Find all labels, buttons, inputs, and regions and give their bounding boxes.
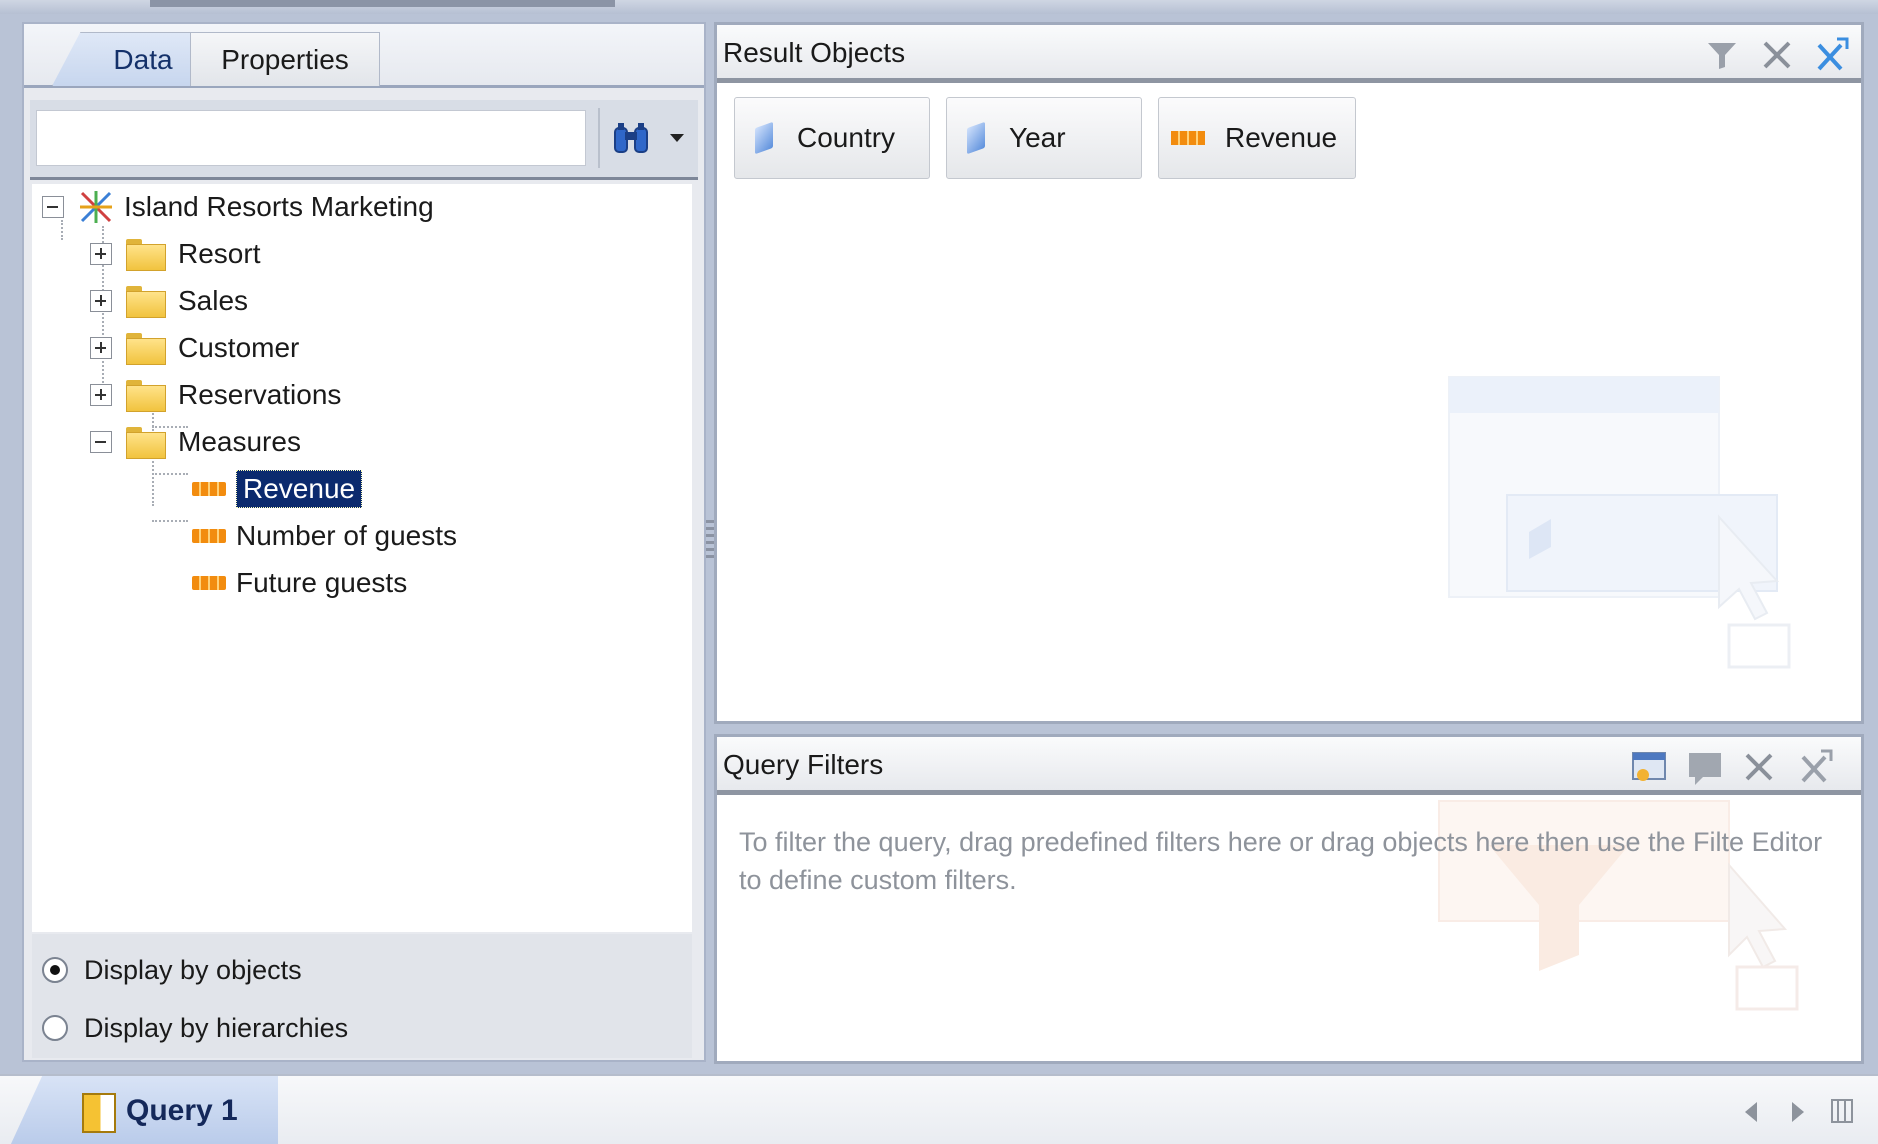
tree-node-folder[interactable]: Reservations (90, 372, 341, 418)
tree-node-folder[interactable]: Resort (90, 231, 260, 277)
tree-node-label: Revenue (236, 470, 363, 508)
radio-button[interactable] (42, 1015, 68, 1041)
collapse-icon[interactable] (90, 431, 112, 453)
data-panel: Data Properties Island Resorts Marketing… (22, 22, 706, 1062)
tree-node-label: Sales (178, 285, 249, 316)
scroll-left-icon[interactable] (1745, 1102, 1757, 1122)
tree-node-measure-revenue[interactable]: Revenue (192, 466, 363, 512)
folder-icon (126, 333, 166, 365)
tree-node-label: Resort (178, 238, 261, 269)
top-strip (0, 0, 1878, 14)
tree-node-measure[interactable]: Future guests (192, 560, 407, 606)
tree-node-universe[interactable]: Island Resorts Marketing (42, 184, 434, 230)
predefined-filter-icon[interactable] (1629, 747, 1669, 787)
query-icon (82, 1093, 116, 1133)
query-tab-label: Query 1 (126, 1094, 238, 1127)
expand-icon[interactable] (90, 290, 112, 312)
splitter-handle[interactable] (706, 520, 714, 560)
binoculars-icon (614, 123, 648, 153)
expand-icon[interactable] (90, 337, 112, 359)
tree-connector (152, 520, 188, 522)
search-row (30, 100, 698, 180)
query-tabs-bar: Query 1 (0, 1074, 1878, 1144)
result-object-country[interactable]: Country (734, 97, 930, 179)
measure-icon (192, 482, 226, 496)
result-object-revenue[interactable]: Revenue (1158, 97, 1356, 179)
tab-query-1[interactable]: Query 1 (10, 1076, 278, 1144)
radio-label: Display by objects (84, 954, 302, 985)
search-input[interactable] (36, 110, 586, 166)
tree-node-folder[interactable]: Customer (90, 325, 299, 371)
close-icon[interactable] (1739, 747, 1779, 787)
result-object-label: Country (797, 122, 896, 153)
tree-node-measures-folder[interactable]: Measures (90, 419, 301, 465)
tree-node-label: Reservations (178, 379, 342, 410)
result-object-year[interactable]: Year (946, 97, 1142, 179)
result-objects-panel[interactable]: Result Objects Country Year Revenue (714, 22, 1864, 724)
clear-all-icon[interactable] (1811, 35, 1851, 75)
drag-objects-watermark-icon (1448, 376, 1791, 669)
tree-connector (152, 473, 188, 475)
tab-data[interactable]: Data (52, 32, 210, 86)
tree-node-label: Customer (178, 332, 300, 363)
radio-label: Display by hierarchies (84, 1012, 349, 1043)
panel-title: Result Objects (723, 37, 906, 68)
result-object-label: Year (1009, 122, 1066, 153)
tab-list-icon[interactable] (1830, 1098, 1854, 1124)
folder-icon (126, 380, 166, 412)
result-objects-header: Result Objects (717, 25, 1861, 83)
radio-button[interactable] (42, 957, 68, 983)
measure-icon (192, 576, 226, 590)
scroll-right-icon[interactable] (1792, 1102, 1804, 1122)
result-object-label: Revenue (1225, 122, 1338, 153)
tab-properties[interactable]: Properties (190, 32, 380, 86)
expand-icon[interactable] (90, 243, 112, 265)
query-filters-panel[interactable]: Query Filters To filter the query, drag … (714, 734, 1864, 1064)
measure-icon (192, 529, 226, 543)
close-icon[interactable] (1757, 35, 1797, 75)
collapse-icon[interactable] (42, 196, 64, 218)
find-button[interactable] (598, 108, 694, 168)
tree-node-label: Measures (178, 426, 301, 457)
open-folder-icon (126, 427, 166, 459)
dimension-icon (755, 121, 773, 155)
top-scroll-grip[interactable] (150, 0, 615, 7)
tree-node-measure[interactable]: Number of guests (192, 513, 457, 559)
filter-hint-text: To filter the query, drag predefined fil… (739, 827, 1823, 895)
tree-node-label: Number of guests (236, 520, 457, 551)
universe-tree: Island Resorts Marketing Resort Sales Cu… (32, 184, 692, 932)
radio-display-by-hierarchies[interactable]: Display by hierarchies (42, 1006, 348, 1050)
folder-icon (126, 239, 166, 271)
folder-icon (126, 286, 166, 318)
query-filters-header: Query Filters (717, 737, 1861, 795)
dimension-icon (967, 121, 985, 155)
panel-tabs: Data Properties (24, 24, 704, 88)
universe-icon (80, 191, 112, 223)
filter-icon[interactable] (1702, 35, 1742, 75)
display-mode-options: Display by objects Display by hierarchie… (32, 934, 692, 1058)
tree-node-folder[interactable]: Sales (90, 278, 248, 324)
chevron-down-icon[interactable] (670, 134, 684, 142)
comment-icon[interactable] (1685, 747, 1725, 787)
radio-display-by-objects[interactable]: Display by objects (42, 948, 302, 992)
tree-node-label: Island Resorts Marketing (124, 191, 434, 222)
panel-title: Query Filters (723, 749, 884, 780)
clear-filters-icon[interactable] (1795, 747, 1835, 787)
measure-icon (1171, 131, 1205, 145)
expand-icon[interactable] (90, 384, 112, 406)
tree-node-label: Future guests (236, 567, 408, 598)
